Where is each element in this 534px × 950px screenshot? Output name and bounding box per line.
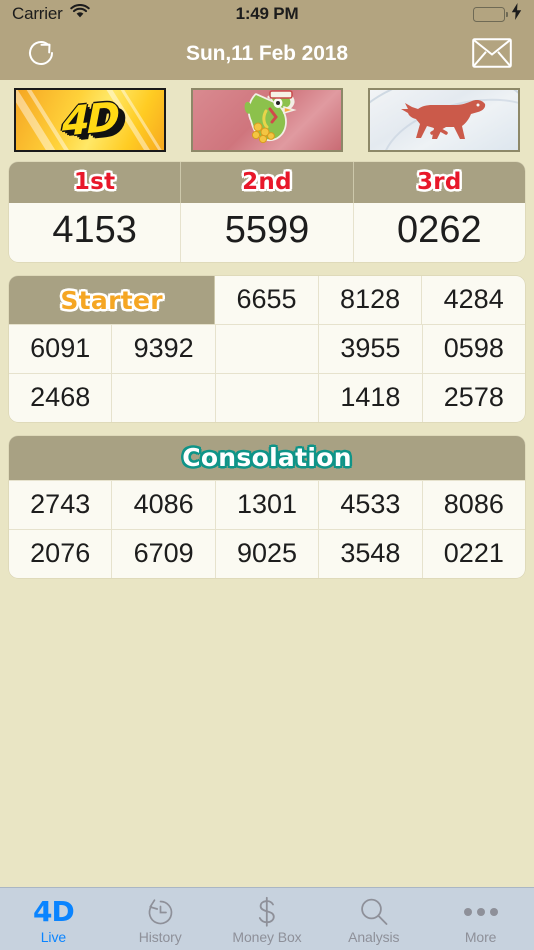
- operator-logo-magnum-4d[interactable]: 4D: [14, 88, 166, 152]
- prize-header-3rd: 3rd: [416, 169, 462, 195]
- page-title: Sun,11 Feb 2018: [186, 42, 348, 65]
- tab-money-box[interactable]: Money Box: [214, 888, 321, 950]
- starter-number: 2468: [9, 374, 113, 422]
- magnifier-icon: [358, 896, 390, 928]
- starter-number: 9392: [112, 325, 216, 373]
- starter-number: 6091: [9, 325, 113, 373]
- operator-logo-strip: 4D: [0, 80, 534, 162]
- starter-number: 2578: [443, 382, 504, 412]
- tab-bar: 4D Live History Money Box Analysis More: [0, 887, 534, 950]
- consolation-number: 0221: [443, 538, 504, 568]
- starter-row-1: Starter 6655 8128 4284: [9, 276, 525, 324]
- history-clock-icon: [145, 896, 176, 928]
- tab-label-money-box: Money Box: [232, 929, 302, 945]
- four-d-icon: 4D: [33, 895, 75, 928]
- tab-label-more: More: [464, 929, 497, 945]
- consolation-row-1: 2743 4086 1301 4533 8086: [9, 480, 525, 529]
- tab-label-live: Live: [40, 929, 67, 945]
- consolation-number: 1301: [216, 481, 320, 529]
- damacai-dragon-icon: [232, 90, 302, 150]
- battery-full-icon: [473, 6, 508, 22]
- navigation-bar: Sun,11 Feb 2018: [0, 28, 534, 80]
- starter-row-2: 6091 9392 3955 0598: [9, 324, 525, 373]
- tab-label-analysis: Analysis: [348, 929, 400, 945]
- starter-number: [112, 374, 216, 422]
- prize-value-1st: 4153: [9, 203, 182, 262]
- status-bar-right: [473, 3, 522, 25]
- top-prizes-header-row: 1st 2nd 3rd: [9, 162, 525, 203]
- consolation-number: 2076: [9, 530, 113, 578]
- operator-logo-damacai[interactable]: [191, 88, 343, 152]
- lightning-bolt-icon: [511, 3, 522, 25]
- starter-number: 0598: [443, 333, 504, 363]
- dollar-sign-icon: [254, 896, 280, 928]
- magnum-4d-icon: 4D: [62, 94, 118, 146]
- starter-number: 1418: [319, 374, 423, 422]
- prize-value-2nd: 5599: [181, 203, 354, 262]
- operator-logo-horse[interactable]: [368, 88, 520, 152]
- status-bar-left: Carrier: [12, 4, 90, 24]
- consolation-card: Consolation 2743 4086 1301 4533 8086 207…: [9, 436, 525, 578]
- consolation-header: Consolation: [9, 436, 525, 480]
- consolation-number: 6709: [112, 530, 216, 578]
- starter-number: 4284: [443, 284, 504, 314]
- tab-label-history: History: [138, 929, 182, 945]
- starter-row-3: 2468 1418 2578: [9, 373, 525, 422]
- top-prizes-card: 1st 2nd 3rd 4153 5599 0262: [9, 162, 525, 262]
- consolation-row-2: 2076 6709 9025 3548 0221: [9, 529, 525, 578]
- mail-button[interactable]: [472, 37, 512, 71]
- consolation-number: 3548: [319, 530, 423, 578]
- starter-number: 8128: [319, 276, 423, 324]
- refresh-button[interactable]: [22, 34, 60, 75]
- running-horse-icon: [396, 94, 492, 147]
- wifi-icon: [69, 4, 90, 24]
- envelope-icon: [472, 37, 512, 71]
- starter-card: Starter 6655 8128 4284 6091 9392 3955 05…: [9, 276, 525, 422]
- starter-number: 6655: [215, 276, 319, 324]
- starter-number: [216, 325, 320, 373]
- top-prizes-value-row: 4153 5599 0262: [9, 203, 525, 262]
- consolation-title: Consolation: [182, 443, 352, 472]
- tab-history[interactable]: History: [107, 888, 214, 950]
- ellipsis-icon: [463, 896, 498, 928]
- consolation-number: 2743: [9, 481, 113, 529]
- carrier-label: Carrier: [12, 4, 63, 23]
- consolation-number: 8086: [443, 489, 504, 519]
- consolation-number: 9025: [216, 530, 320, 578]
- starter-title-cell: Starter: [9, 276, 216, 324]
- starter-title: Starter: [60, 285, 163, 315]
- consolation-number: 4533: [319, 481, 423, 529]
- starter-number: 3955: [319, 325, 423, 373]
- tab-more[interactable]: More: [427, 888, 534, 950]
- tab-analysis[interactable]: Analysis: [320, 888, 427, 950]
- refresh-icon: [22, 34, 60, 75]
- prize-value-3rd: 0262: [397, 209, 482, 251]
- status-bar: Carrier 1:49 PM: [0, 0, 534, 28]
- starter-number: [216, 374, 320, 422]
- consolation-number: 4086: [112, 481, 216, 529]
- prize-header-1st: 1st: [9, 162, 182, 203]
- tab-live[interactable]: 4D Live: [0, 888, 107, 950]
- prize-header-2nd: 2nd: [181, 162, 354, 203]
